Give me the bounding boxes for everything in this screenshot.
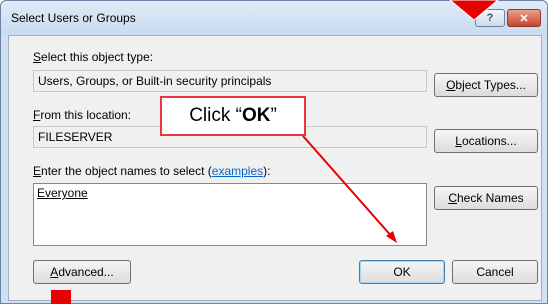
annotation-overlay [302,0,499,243]
bottom-red-marker [51,290,71,304]
click-ok-callout: Click “OK” [160,96,306,136]
top-red-marker [449,0,499,21]
callout-arrow-line [302,135,394,239]
